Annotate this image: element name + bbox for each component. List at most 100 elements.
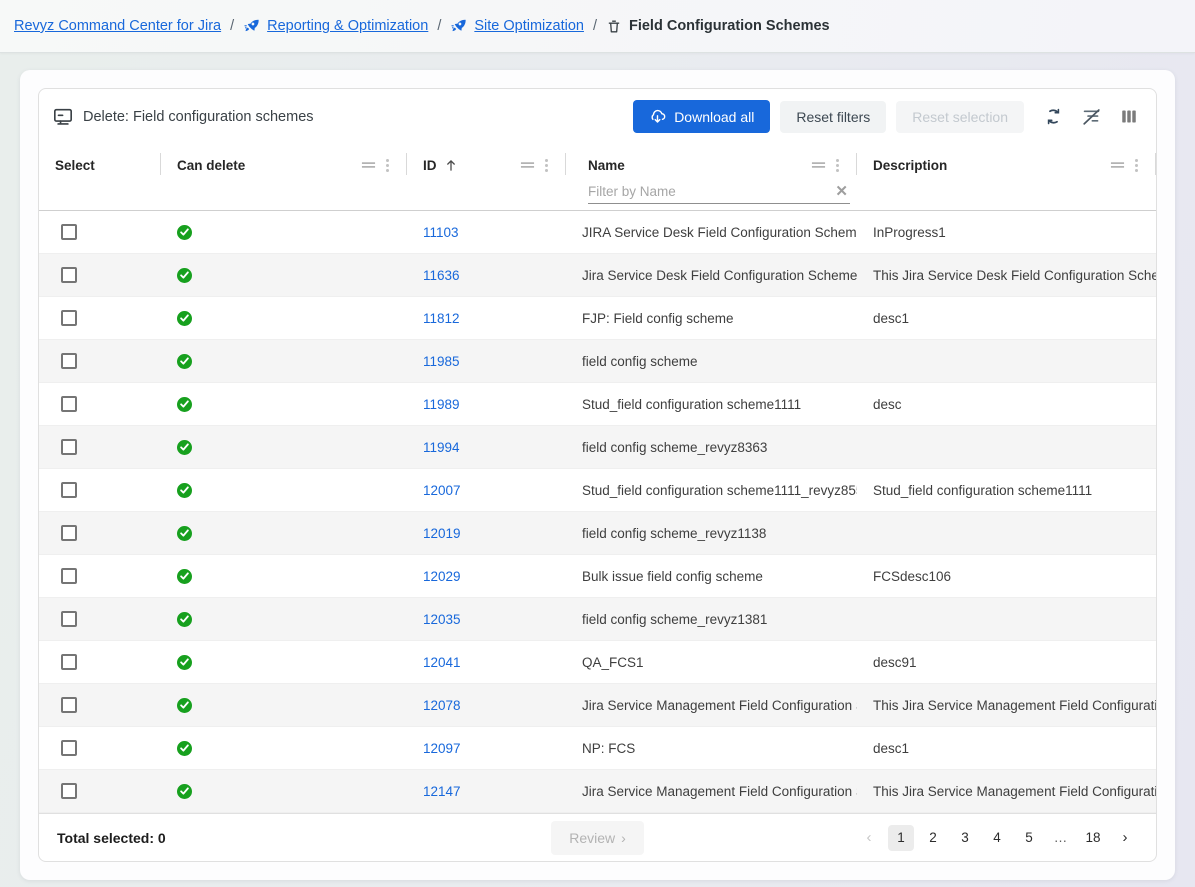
chevron-right-icon: › [621,830,626,846]
clear-filter-icon[interactable]: ✕ [833,182,850,200]
column-menu-icon[interactable] [1135,159,1138,172]
row-description-cell: desc [857,383,1156,425]
refresh-button[interactable] [1042,105,1065,128]
scheme-id-link[interactable]: 12035 [423,612,461,627]
scheme-name: Jira Service Desk Field Configuration Sc… [582,268,857,283]
can-delete-check-icon [177,225,192,240]
scheme-name: field config scheme_revyz1138 [582,526,766,541]
review-button[interactable]: Review › [551,821,644,855]
row-checkbox[interactable] [61,697,77,713]
column-filter-icon[interactable] [811,160,826,170]
row-select-cell [39,512,161,554]
scheme-id-link[interactable]: 12019 [423,526,461,541]
row-checkbox[interactable] [61,353,77,369]
scheme-name: NP: FCS [582,741,635,756]
pagination-page-1[interactable]: 1 [888,825,914,851]
sort-ascending-icon[interactable] [445,159,457,172]
row-can-delete-cell [161,297,407,339]
scheme-id-link[interactable]: 12029 [423,569,461,584]
row-checkbox[interactable] [61,482,77,498]
scheme-id-link[interactable]: 12078 [423,698,461,713]
column-filter-icon[interactable] [361,160,376,170]
download-all-button[interactable]: Download all [633,100,770,133]
row-checkbox[interactable] [61,310,77,326]
scheme-id-link[interactable]: 11103 [423,225,459,240]
column-menu-icon[interactable] [545,159,548,172]
table-row: 11994 field config scheme_revyz8363 [39,426,1156,469]
row-id-cell: 11103 [407,211,566,253]
name-filter-input[interactable] [588,184,833,199]
total-selected-value: 0 [158,830,166,846]
row-checkbox[interactable] [61,396,77,412]
row-id-cell: 12078 [407,684,566,726]
scheme-description: FCSdesc106 [873,569,951,584]
row-checkbox[interactable] [61,654,77,670]
row-description-cell: FCSdesc106 [857,555,1156,597]
table-toolbar: Delete: Field configuration schemes Down… [39,89,1156,144]
column-label-select: Select [55,158,95,173]
table-row: 12041 QA_FCS1 desc91 [39,641,1156,684]
row-description-cell: This Jira Service Desk Field Configurati… [857,254,1156,296]
scheme-description: desc91 [873,655,917,670]
row-checkbox[interactable] [61,740,77,756]
pagination-next-button[interactable]: › [1112,825,1138,851]
row-checkbox[interactable] [61,525,77,541]
scheme-name: Bulk issue field config scheme [582,569,763,584]
scheme-id-link[interactable]: 11812 [423,311,460,326]
scheme-id-link[interactable]: 12147 [423,784,461,799]
pagination-page-3[interactable]: 3 [952,825,978,851]
row-can-delete-cell [161,641,407,683]
scheme-id-link[interactable]: 11985 [423,354,460,369]
reset-selection-button[interactable]: Reset selection [896,101,1024,133]
breadcrumb-link-site-optimization[interactable]: Site Optimization [474,18,584,34]
can-delete-check-icon [177,655,192,670]
column-menu-icon[interactable] [386,159,389,172]
row-can-delete-cell [161,727,407,769]
table-row: 11985 field config scheme [39,340,1156,383]
can-delete-check-icon [177,354,192,369]
row-select-cell [39,598,161,640]
can-delete-check-icon [177,526,192,541]
row-description-cell: desc1 [857,297,1156,339]
row-select-cell [39,426,161,468]
scheme-id-link[interactable]: 12041 [423,655,461,670]
grid-footer: Total selected: 0 Review › ‹12345…18› [39,813,1156,861]
column-separator[interactable] [1155,153,1156,175]
row-checkbox[interactable] [61,568,77,584]
pagination-page-18[interactable]: 18 [1080,825,1106,851]
row-name-cell: JIRA Service Desk Field Configuration Sc… [566,211,857,253]
toolbar-icon-buttons [1042,105,1140,128]
manage-columns-button[interactable] [1118,106,1140,127]
column-filter-icon[interactable] [520,160,535,170]
can-delete-check-icon [177,784,192,799]
scheme-id-link[interactable]: 11989 [423,397,460,412]
scheme-name: field config scheme [582,354,698,369]
row-checkbox[interactable] [61,267,77,283]
pagination-prev-button[interactable]: ‹ [856,825,882,851]
scheme-id-link[interactable]: 11994 [423,440,460,455]
row-checkbox[interactable] [61,439,77,455]
scheme-id-link[interactable]: 12097 [423,741,461,756]
reset-filters-button[interactable]: Reset filters [780,101,886,133]
row-description-cell: desc91 [857,641,1156,683]
row-checkbox[interactable] [61,783,77,799]
pagination: ‹12345…18› [644,825,1138,851]
pagination-page-2[interactable]: 2 [920,825,946,851]
column-filter-icon[interactable] [1110,160,1125,170]
row-checkbox[interactable] [61,224,77,240]
breadcrumb-link-reporting-optimization[interactable]: Reporting & Optimization [267,18,428,34]
row-id-cell: 12019 [407,512,566,554]
pagination-page-4[interactable]: 4 [984,825,1010,851]
breadcrumb-link-revyz-command-center[interactable]: Revyz Command Center for Jira [14,18,221,34]
column-menu-icon[interactable] [836,159,839,172]
row-name-cell: Jira Service Management Field Configurat… [566,684,857,726]
scheme-description: This Jira Service Management Field Confi… [873,698,1156,713]
scheme-id-link[interactable]: 11636 [423,268,460,283]
table-title-label: Delete: Field configuration schemes [83,109,314,125]
row-description-cell: Stud_field configuration scheme1111 [857,469,1156,511]
scheme-id-link[interactable]: 12007 [423,483,461,498]
row-name-cell: field config scheme [566,340,857,382]
row-checkbox[interactable] [61,611,77,627]
clear-filters-button[interactable] [1079,105,1104,128]
pagination-page-5[interactable]: 5 [1016,825,1042,851]
